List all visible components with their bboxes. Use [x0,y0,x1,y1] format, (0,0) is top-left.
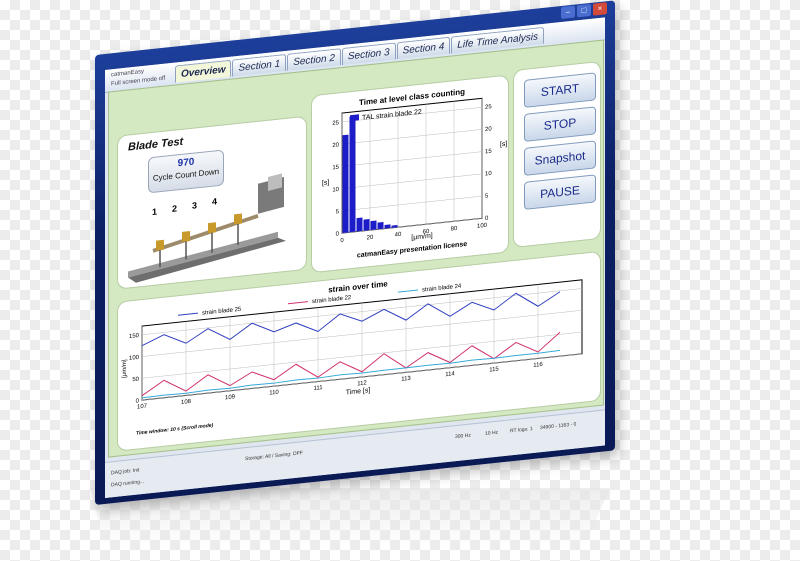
sample-rate-2: 10 Hz [485,429,499,438]
y-tick-label: 0 [485,216,489,222]
y-tick-label: 25 [485,104,492,111]
y-tick-label: 150 [129,333,140,340]
x-tick-label: 20 [367,235,374,242]
daq-running-status: DAQ running... [111,478,145,489]
histogram-bar [342,134,349,233]
app-window: catmanEasy Full screen mode off Overview… [105,17,605,498]
monitor-frame: – □ × catmanEasy Full screen mode off Ov… [95,0,615,506]
y-tick-label: 15 [332,165,339,172]
y-tick-label: 100 [129,355,140,362]
histogram-bar [356,217,363,232]
x-tick-label: 114 [445,371,455,378]
window-controls: – □ × [561,2,607,20]
y-tick-label: 10 [485,171,492,178]
x-axis-label: Time [s] [346,387,371,397]
x-tick-label: 108 [181,399,192,406]
license-label: catmanEasy presentation license [357,241,467,260]
y-tick-label: 25 [332,120,339,127]
legend-entry: strain blade 24 [422,283,462,293]
y-axis-label-right: [s] [500,141,507,149]
app-title: catmanEasy [111,68,145,79]
legend-entry: strain blade 22 [312,295,352,305]
snapshot-button[interactable]: Snapshot [524,140,596,176]
x-tick-label: 40 [395,232,402,239]
sample-rate-1: 300 Hz [455,432,471,441]
x-tick-label: 112 [357,380,367,387]
histogram-chart: Time at level class counting TAL strain … [322,87,507,260]
storage-status: Storage: All / Saving: OFF [245,450,303,463]
minimize-icon[interactable]: – [561,5,575,20]
x-tick-label: 109 [225,394,236,401]
y-tick-label: 50 [132,377,139,384]
histogram-panel: Time at level class counting TAL strain … [311,74,509,274]
counter-status: 34900 - 1163 - 0 [540,421,577,432]
x-tick-label: 111 [313,385,323,392]
x-tick-label: 100 [477,223,488,230]
histogram-bar [363,219,370,231]
y-tick-label: 20 [485,126,492,133]
controls-panel: START STOP Snapshot PAUSE [513,60,601,249]
x-axis-label: [μm/m] [411,233,433,242]
stop-button[interactable]: STOP [524,106,596,142]
legend-swatch [288,301,308,305]
start-button[interactable]: START [524,72,596,108]
test-rig-illustration [128,173,286,283]
daq-job-status: DAQ job: Init [111,467,140,477]
close-icon[interactable]: × [593,2,607,16]
x-tick-label: 107 [137,403,148,410]
y-axis-label-left: [s] [322,179,329,187]
legend-entry: strain blade 25 [202,307,242,317]
histogram-bar [349,116,356,233]
y-tick-label: 10 [332,187,339,194]
x-tick-label: 80 [451,226,458,233]
x-tick-label: 116 [533,362,543,369]
chart-title: strain over time [328,279,388,294]
x-tick-label: 0 [340,238,344,244]
rt-logs-status: RT logs: 1 [510,426,533,435]
y-tick-label: 5 [336,209,340,215]
x-tick-label: 110 [269,390,279,397]
x-tick-label: 115 [489,367,499,374]
legend-swatch [398,289,418,293]
legend-swatch [350,114,359,122]
histogram-bar [384,224,391,229]
overview-area: Blade Test 970 Cycle Count Down 1 2 3 4 [108,39,604,458]
x-tick-label: 113 [401,376,411,383]
histogram-bar [377,222,384,230]
y-tick-label: 5 [485,193,489,199]
pause-button[interactable]: PAUSE [524,174,596,210]
y-tick-label: 20 [332,142,339,149]
blade-test-panel: Blade Test 970 Cycle Count Down 1 2 3 4 [117,115,307,290]
y-tick-label: 0 [336,231,340,237]
y-tick-label: 15 [485,149,492,156]
maximize-icon[interactable]: □ [577,3,591,18]
legend-swatch [178,312,198,316]
time-window-note: Time window: 10 s (Scroll mode) [136,423,214,437]
histogram-bar [370,220,377,231]
y-axis-label: [μm/m] [122,359,128,378]
